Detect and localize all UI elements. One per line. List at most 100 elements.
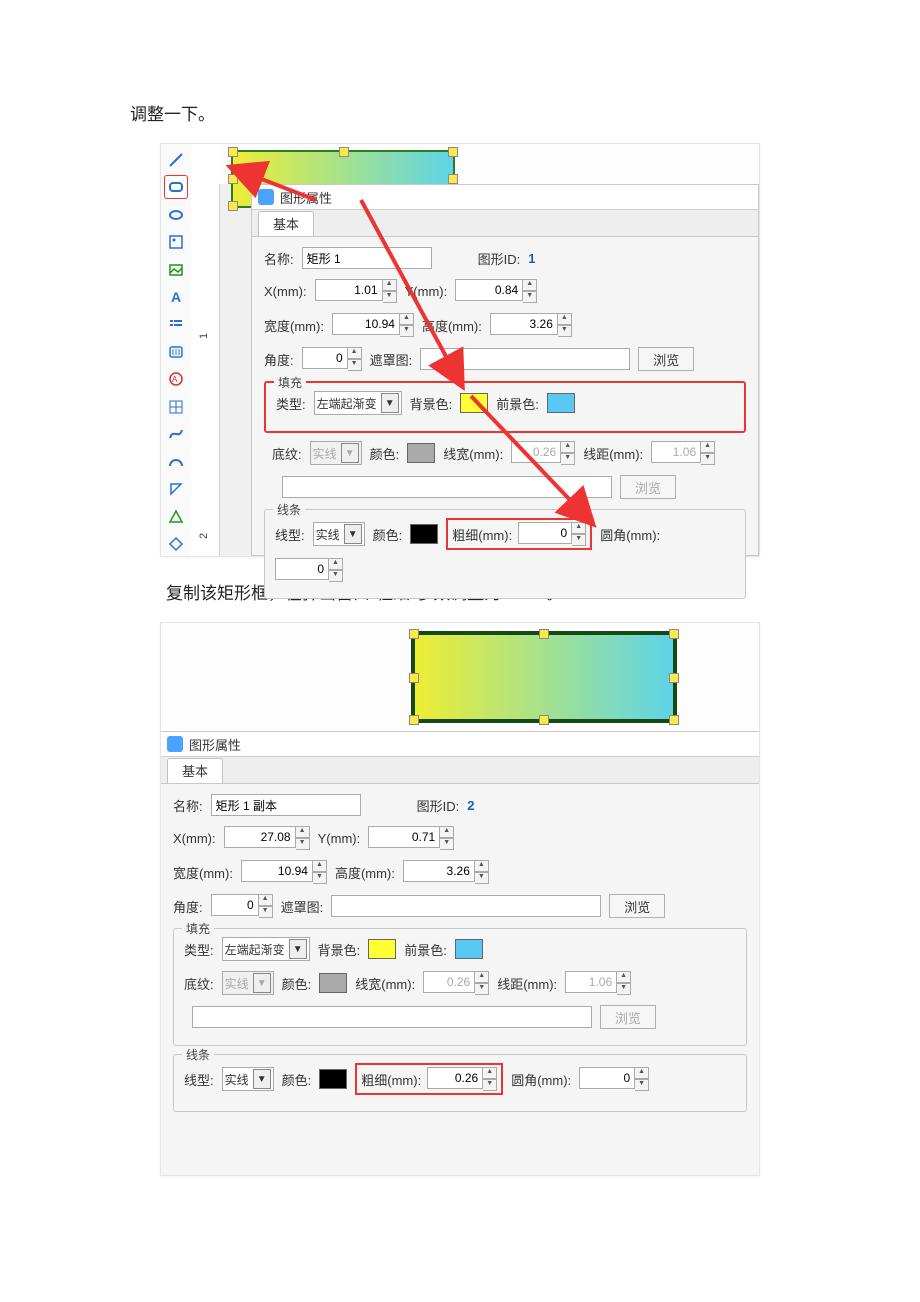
type-select[interactable]: 左端起渐变▼ <box>222 937 310 961</box>
hatch-label: 底纹: <box>184 974 214 993</box>
resize-handle[interactable] <box>669 673 679 683</box>
panel-icon <box>167 736 183 752</box>
browse-button[interactable]: 浏览 <box>609 894 665 918</box>
bgcolor-swatch[interactable] <box>368 939 396 959</box>
spinner-buttons[interactable]: ▲▼ <box>483 1067 497 1091</box>
fgcolor-swatch[interactable] <box>455 939 483 959</box>
corner-input[interactable] <box>275 558 329 580</box>
screenshot-1: A A 1 2 <box>160 143 760 557</box>
width-label: 宽度(mm): <box>173 863 233 882</box>
line-legend: 线条 <box>182 1046 214 1063</box>
chevron-down-icon: ▼ <box>381 393 399 413</box>
mask-input[interactable] <box>420 348 630 370</box>
spinner-buttons[interactable]: ▲▼ <box>348 347 362 371</box>
spinner-buttons[interactable]: ▲▼ <box>296 826 310 850</box>
resize-handle[interactable] <box>228 147 238 157</box>
tab-basic[interactable]: 基本 <box>258 211 314 236</box>
tab-basic[interactable]: 基本 <box>167 758 223 783</box>
bgcolor-label: 背景色: <box>410 394 453 413</box>
name-input[interactable] <box>211 794 361 816</box>
height-input[interactable] <box>403 860 475 882</box>
resize-handle[interactable] <box>339 147 349 157</box>
tool-ellipse[interactable] <box>164 203 188 226</box>
spinner-buttons[interactable]: ▲▼ <box>523 279 537 303</box>
tool-image[interactable] <box>164 230 188 253</box>
resize-handle[interactable] <box>409 629 419 639</box>
resize-handle[interactable] <box>409 673 419 683</box>
id-value: 1 <box>528 251 535 266</box>
spinner-buttons: ▲▼ <box>561 441 575 465</box>
hatch-label: 底纹: <box>272 444 302 463</box>
hatch-select: 实线▼ <box>222 971 274 995</box>
angle-input[interactable] <box>211 894 259 916</box>
spinner-buttons[interactable]: ▲▼ <box>313 860 327 884</box>
spinner-buttons[interactable]: ▲▼ <box>558 313 572 337</box>
tool-rounded-rect[interactable] <box>164 175 188 198</box>
tool-barcode[interactable] <box>164 340 188 363</box>
canvas-rectangle-2[interactable] <box>411 631 677 723</box>
thick-input[interactable] <box>427 1067 483 1089</box>
resize-handle[interactable] <box>228 201 238 211</box>
lined-label: 线距(mm): <box>583 444 643 463</box>
tool-curve[interactable] <box>164 423 188 446</box>
tool-line[interactable] <box>164 148 188 171</box>
line-color-swatch[interactable] <box>319 1069 347 1089</box>
mask-input[interactable] <box>331 895 601 917</box>
linew-label: 线宽(mm): <box>443 444 503 463</box>
resize-handle[interactable] <box>448 147 458 157</box>
spinner-buttons[interactable]: ▲▼ <box>329 558 343 582</box>
tool-triangle[interactable] <box>164 505 188 528</box>
linetype-select[interactable]: 实线▼ <box>313 522 365 546</box>
tool-list[interactable] <box>164 313 188 336</box>
resize-handle[interactable] <box>228 174 238 184</box>
tool-diamond[interactable] <box>164 533 188 556</box>
resize-handle[interactable] <box>409 715 419 725</box>
resize-handle[interactable] <box>539 629 549 639</box>
y-input[interactable] <box>455 279 523 301</box>
fgcolor-label: 前景色: <box>404 940 447 959</box>
name-input[interactable] <box>302 247 432 269</box>
spinner-buttons[interactable]: ▲▼ <box>475 860 489 884</box>
hatch-color-label: 颜色: <box>282 974 312 993</box>
tool-arc[interactable] <box>164 450 188 473</box>
tool-picture[interactable] <box>164 258 188 281</box>
tool-polygon[interactable] <box>164 478 188 501</box>
fgcolor-swatch[interactable] <box>547 393 575 413</box>
canvas-area-2 <box>161 623 759 732</box>
chevron-down-icon: ▼ <box>289 939 307 959</box>
linetype-select[interactable]: 实线▼ <box>222 1067 274 1091</box>
tool-column: A A <box>161 144 192 556</box>
spinner-buttons[interactable]: ▲▼ <box>440 826 454 850</box>
tool-grid[interactable] <box>164 395 188 418</box>
spinner-buttons[interactable]: ▲▼ <box>572 522 586 546</box>
spinner-buttons[interactable]: ▲▼ <box>259 894 273 918</box>
spinner-buttons[interactable]: ▲▼ <box>383 279 397 303</box>
thick-input[interactable] <box>518 522 572 544</box>
width-input[interactable] <box>332 313 400 335</box>
angle-input[interactable] <box>302 347 348 369</box>
ruler-tick-2: 2 <box>198 533 210 539</box>
resize-handle[interactable] <box>669 629 679 639</box>
spinner-buttons[interactable]: ▲▼ <box>400 313 414 337</box>
resize-handle[interactable] <box>669 715 679 725</box>
height-input[interactable] <box>490 313 558 335</box>
x-input[interactable] <box>224 826 296 848</box>
browse-button[interactable]: 浏览 <box>638 347 694 371</box>
x-input[interactable] <box>315 279 383 301</box>
svg-text:A: A <box>172 375 178 384</box>
bgcolor-swatch[interactable] <box>460 393 488 413</box>
id-label: 图形ID: <box>417 796 460 815</box>
width-input[interactable] <box>241 860 313 882</box>
lined-input <box>651 441 701 463</box>
line-color-swatch[interactable] <box>410 524 438 544</box>
spinner-buttons[interactable]: ▲▼ <box>635 1067 649 1091</box>
name-label: 名称: <box>173 796 203 815</box>
resize-handle[interactable] <box>539 715 549 725</box>
tool-text[interactable]: A <box>164 285 188 308</box>
resize-handle[interactable] <box>448 174 458 184</box>
y-input[interactable] <box>368 826 440 848</box>
spinner-buttons: ▲▼ <box>617 971 631 995</box>
corner-input[interactable] <box>579 1067 635 1089</box>
tool-stamp[interactable]: A <box>164 368 188 391</box>
type-select[interactable]: 左端起渐变▼ <box>314 391 402 415</box>
